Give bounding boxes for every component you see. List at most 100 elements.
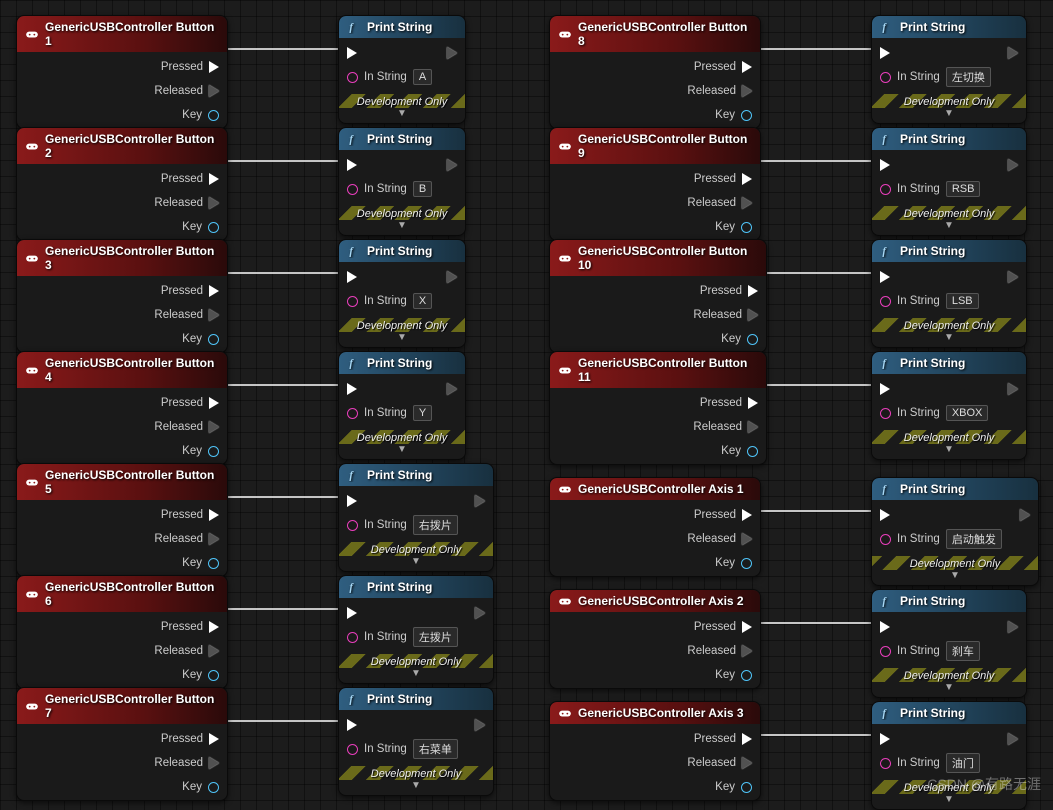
instring-value[interactable]: LSB — [946, 293, 979, 309]
data-out-pin[interactable] — [208, 670, 219, 681]
data-out-pin[interactable] — [741, 782, 752, 793]
expand-arrow-icon[interactable]: ▼ — [872, 220, 1026, 233]
released-pin-row[interactable]: Released — [558, 306, 758, 324]
node-header[interactable]: fPrint String — [872, 590, 1026, 612]
instring-value[interactable]: 左切换 — [946, 67, 991, 87]
print-string-node[interactable]: fPrint StringIn StringYDevelopment Only▼ — [338, 351, 466, 460]
pressed-pin-row[interactable]: Pressed — [25, 506, 219, 524]
expand-arrow-icon[interactable]: ▼ — [339, 220, 465, 233]
node-header[interactable]: GenericUSBController Button 4 — [17, 352, 227, 388]
key-pin-row[interactable]: Key — [558, 666, 752, 684]
expand-arrow-icon[interactable]: ▼ — [872, 570, 1038, 583]
exec-out-pin[interactable] — [209, 173, 219, 185]
data-out-pin[interactable] — [747, 334, 758, 345]
exec-out-pin[interactable] — [209, 397, 219, 409]
exec-out-pin[interactable] — [209, 509, 219, 521]
exec-out-pin[interactable] — [475, 719, 485, 731]
print-string-node[interactable]: fPrint StringIn StringRSBDevelopment Onl… — [871, 127, 1027, 236]
instring-row[interactable]: In String油门 — [880, 754, 1018, 772]
string-in-pin[interactable] — [347, 296, 358, 307]
string-in-pin[interactable] — [880, 408, 891, 419]
exec-out-pin[interactable] — [447, 159, 457, 171]
node-header[interactable]: GenericUSBController Axis 2 — [550, 590, 760, 612]
print-string-node[interactable]: fPrint StringIn String右菜单Development Onl… — [338, 687, 494, 796]
instring-row[interactable]: In String左切换 — [880, 68, 1018, 86]
released-pin-row[interactable]: Released — [25, 306, 219, 324]
data-out-pin[interactable] — [741, 558, 752, 569]
node-header[interactable]: GenericUSBController Button 6 — [17, 576, 227, 612]
node-header[interactable]: fPrint String — [872, 702, 1026, 724]
exec-out-pin[interactable] — [1020, 509, 1030, 521]
node-header[interactable]: fPrint String — [872, 128, 1026, 150]
node-header[interactable]: fPrint String — [339, 576, 493, 598]
string-in-pin[interactable] — [880, 184, 891, 195]
pressed-pin-row[interactable]: Pressed — [558, 58, 752, 76]
released-pin-row[interactable]: Released — [25, 754, 219, 772]
pressed-pin-row[interactable]: Pressed — [25, 618, 219, 636]
key-pin-row[interactable]: Key — [25, 554, 219, 572]
exec-out-pin[interactable] — [1008, 733, 1018, 745]
string-in-pin[interactable] — [347, 744, 358, 755]
instring-value[interactable]: X — [413, 293, 432, 309]
node-header[interactable]: GenericUSBController Button 8 — [550, 16, 760, 52]
instring-value[interactable]: RSB — [946, 181, 981, 197]
exec-out-pin[interactable] — [209, 645, 219, 657]
expand-arrow-icon[interactable]: ▼ — [872, 332, 1026, 345]
data-out-pin[interactable] — [747, 446, 758, 457]
key-pin-row[interactable]: Key — [25, 106, 219, 124]
event-node[interactable]: GenericUSBController Button 1PressedRele… — [16, 15, 228, 129]
exec-out-pin[interactable] — [209, 85, 219, 97]
instring-row[interactable]: In StringY — [347, 404, 457, 422]
expand-arrow-icon[interactable]: ▼ — [872, 108, 1026, 121]
expand-arrow-icon[interactable]: ▼ — [872, 682, 1026, 695]
instring-value[interactable]: 油门 — [946, 753, 980, 773]
instring-row[interactable]: In String刹车 — [880, 642, 1018, 660]
released-pin-row[interactable]: Released — [25, 418, 219, 436]
instring-row[interactable]: In StringA — [347, 68, 457, 86]
instring-value[interactable]: Y — [413, 405, 432, 421]
node-header[interactable]: GenericUSBController Button 2 — [17, 128, 227, 164]
data-out-pin[interactable] — [208, 782, 219, 793]
pressed-pin-row[interactable]: Pressed — [25, 170, 219, 188]
released-pin-row[interactable]: Released — [25, 642, 219, 660]
exec-out-pin[interactable] — [742, 197, 752, 209]
instring-row[interactable]: In StringB — [347, 180, 457, 198]
exec-out-pin[interactable] — [742, 173, 752, 185]
event-node[interactable]: GenericUSBController Button 10PressedRel… — [549, 239, 767, 353]
pressed-pin-row[interactable]: Pressed — [558, 170, 752, 188]
exec-out-pin[interactable] — [209, 757, 219, 769]
instring-row[interactable]: In String启动触发 — [880, 530, 1030, 548]
exec-out-pin[interactable] — [748, 397, 758, 409]
data-out-pin[interactable] — [208, 558, 219, 569]
exec-in-pin[interactable] — [880, 383, 890, 395]
node-header[interactable]: fPrint String — [872, 478, 1038, 500]
node-header[interactable]: fPrint String — [872, 240, 1026, 262]
instring-value[interactable]: XBOX — [946, 405, 989, 421]
string-in-pin[interactable] — [347, 184, 358, 195]
key-pin-row[interactable]: Key — [25, 218, 219, 236]
print-string-node[interactable]: fPrint StringIn StringLSBDevelopment Onl… — [871, 239, 1027, 348]
released-pin-row[interactable]: Released — [25, 82, 219, 100]
key-pin-row[interactable]: Key — [25, 666, 219, 684]
node-header[interactable]: GenericUSBController Axis 1 — [550, 478, 760, 500]
pressed-pin-row[interactable]: Pressed — [558, 618, 752, 636]
expand-arrow-icon[interactable]: ▼ — [872, 444, 1026, 457]
print-string-node[interactable]: fPrint StringIn String油门Development Only… — [871, 701, 1027, 810]
instring-value[interactable]: 右拨片 — [413, 515, 458, 535]
event-node[interactable]: GenericUSBController Button 4PressedRele… — [16, 351, 228, 465]
event-node[interactable]: GenericUSBController Axis 2PressedReleas… — [549, 589, 761, 689]
data-out-pin[interactable] — [208, 446, 219, 457]
string-in-pin[interactable] — [347, 632, 358, 643]
exec-in-pin[interactable] — [880, 621, 890, 633]
instring-value[interactable]: 启动触发 — [946, 529, 1002, 549]
exec-out-pin[interactable] — [742, 621, 752, 633]
exec-out-pin[interactable] — [447, 47, 457, 59]
instring-row[interactable]: In StringX — [347, 292, 457, 310]
exec-out-pin[interactable] — [209, 421, 219, 433]
event-node[interactable]: GenericUSBController Button 11PressedRel… — [549, 351, 767, 465]
released-pin-row[interactable]: Released — [558, 418, 758, 436]
key-pin-row[interactable]: Key — [558, 218, 752, 236]
event-node[interactable]: GenericUSBController Button 9PressedRele… — [549, 127, 761, 241]
data-out-pin[interactable] — [208, 110, 219, 121]
exec-in-pin[interactable] — [880, 159, 890, 171]
